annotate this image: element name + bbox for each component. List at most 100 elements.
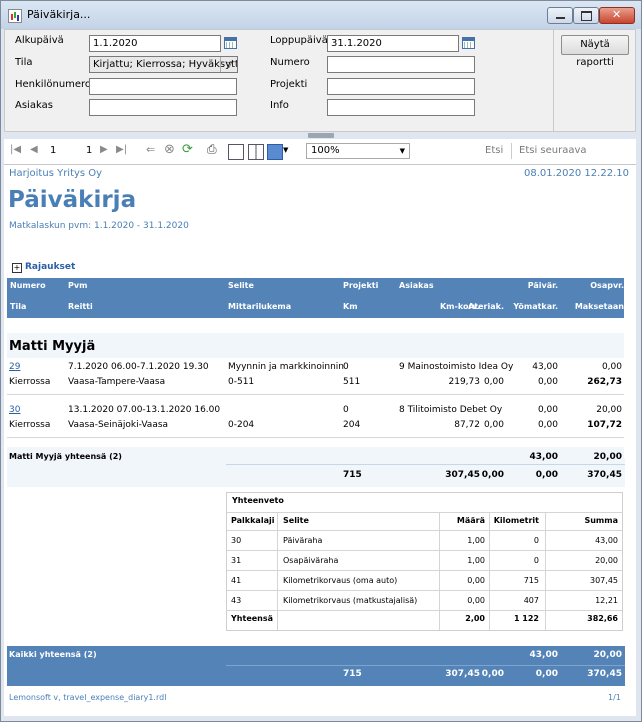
title-bar[interactable]: Päiväkirja... [1,1,641,29]
find-next-link[interactable]: Etsi seuraava [519,145,587,156]
company-name: Harjoitus Yritys Oy [9,168,103,179]
col-header-km: Km [343,302,358,311]
summary-cell: 20,00 [595,556,618,565]
entry-km: 511 [343,377,361,387]
last-page-icon[interactable]: ▶| [116,144,127,155]
toolbar-separator [511,143,512,159]
close-button[interactable] [599,7,635,24]
entry-route: Vaasa-Seinäjoki-Vaasa [68,420,169,430]
print-layout-icon[interactable] [228,144,244,160]
chevron-down-icon: ▽ [220,57,237,72]
summary-total-label: Yhteensä [231,614,274,623]
project-input[interactable] [327,78,475,95]
person-total-meal: 0,00 [481,470,504,480]
entry-description: Myynnin ja markkinoinnin [228,362,344,372]
back-icon[interactable]: ⇐ [146,143,155,156]
entry-number-link[interactable]: 30 [9,405,20,415]
show-report-button[interactable]: Näytä raportti [561,35,629,68]
entry-night: 0,00 [537,377,558,387]
minimize-button[interactable] [547,7,573,24]
export-icon[interactable] [267,144,283,160]
refresh-icon[interactable]: ⟳ [182,142,193,157]
summary-cell: Osapäiväraha [283,556,339,565]
person-total-payable: 370,45 [587,470,622,480]
entry-daily: 0,00 [537,405,558,415]
entry-partial: 20,00 [596,405,622,415]
grand-total-partial: 20,00 [593,650,622,660]
end-date-calendar-icon[interactable] [462,37,475,49]
entry-partial: 0,00 [601,362,622,372]
summary-cell: 31 [231,556,242,565]
col-header-desc: Selite [228,281,254,290]
page-total: 1 [86,145,93,156]
info-input[interactable] [327,99,475,116]
info-label: Info [270,100,289,111]
col-header-payable: Maksetaan [574,302,624,311]
project-label: Projekti [270,79,308,90]
entry-status: Kierrossa [9,377,51,387]
summary-col-divider [439,512,440,630]
expand-icon[interactable]: + [12,263,22,273]
summary-divider [227,570,622,571]
summary-col-divider [545,512,546,630]
entry-km: 204 [343,420,361,430]
row-divider [7,394,625,395]
summary-col-header: Summa [584,516,618,525]
col-header-partial: Osapvr. [590,281,624,290]
grand-total-km: 715 [343,669,362,679]
col-header-meter: Mittarilukema [228,302,292,311]
panel-splitter-handle[interactable] [308,133,334,138]
report-page-indicator: 1/1 [608,693,621,702]
filters-toggle[interactable]: Rajaukset [25,262,75,272]
entry-customer: 8 Tilitoimisto Debet Oy [399,405,503,415]
entry-payable: 107,72 [587,420,622,430]
row-divider [7,437,625,438]
find-link[interactable]: Etsi [485,145,503,156]
summary-cell: 41 [231,576,242,585]
export-dropdown-icon[interactable]: ▼ [283,146,288,154]
prev-page-icon[interactable]: ◀ [30,144,38,155]
summary-cell: 0 [533,556,539,565]
next-page-icon[interactable]: ▶ [100,144,108,155]
person-name: Matti Myyjä [9,339,96,354]
summary-total-cell: 382,66 [587,614,618,623]
total-divider [226,665,625,666]
start-date-calendar-icon[interactable] [224,37,237,49]
person-total-daily: 43,00 [529,452,558,462]
page-setup-icon[interactable] [248,144,264,160]
report-footer-source: Lemonsoft v, travel_expense_diary1.rdl [9,693,167,702]
status-select[interactable]: Kirjattu; Kierrossa; Hyväksytty; ▽ [89,56,238,73]
col-header-date: Pvm [68,281,88,290]
summary-col-divider [277,512,278,630]
vertical-scrollbar[interactable] [624,226,636,458]
summary-cell: 43 [231,596,242,605]
total-divider [226,464,625,465]
entry-project: 0 [343,405,349,415]
start-date-label: Alkupäivä [15,35,64,46]
summary-title: Yhteenveto [232,496,284,505]
page-number-input[interactable]: 1 [50,143,82,159]
print-icon[interactable]: ⎙ [207,142,217,157]
person-number-input[interactable] [89,78,237,95]
stop-icon[interactable]: ⊗ [164,142,175,157]
grand-total-payable: 370,45 [587,669,622,679]
entry-number-link[interactable]: 29 [9,362,20,372]
zoom-select[interactable]: 100% ▼ [306,143,410,159]
maximize-button[interactable] [573,7,599,24]
start-date-input[interactable]: 1.1.2020 [89,35,221,52]
report-subtitle: Matkalaskun pvm: 1.1.2020 - 31.1.2020 [9,221,189,231]
first-page-icon[interactable]: |◀ [10,144,21,155]
status-label: Tila [15,57,33,68]
number-input[interactable] [327,56,475,73]
summary-divider [227,512,622,513]
grand-total-meal: 0,00 [481,669,504,679]
entry-status: Kierrossa [9,420,51,430]
customer-input[interactable] [89,99,237,116]
person-total-km: 715 [343,470,362,480]
app-icon [8,9,22,23]
col-header-route: Reitti [68,302,93,311]
report-toolbar: |◀ ◀ 1 1 ▶ ▶| ⇐ ⊗ ⟳ ⎙ ▼ 100% ▼ Etsi Etsi… [4,139,636,165]
summary-cell: 43,00 [595,536,618,545]
end-date-input[interactable]: 31.1.2020 [327,35,459,52]
summary-cell: Kilometrikorvaus (matkustajalisä) [283,596,418,605]
